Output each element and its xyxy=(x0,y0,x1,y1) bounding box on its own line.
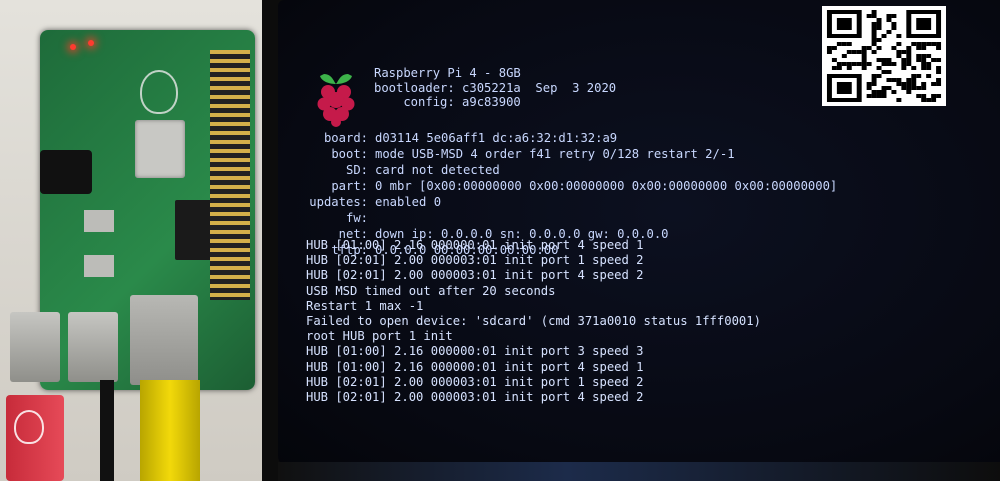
raspberry-pi-logo-icon xyxy=(317,74,355,127)
info-row: boot: mode USB-MSD 4 order f41 retry 0/12… xyxy=(298,146,837,162)
log-line: HUB [02:01] 2.00 000003:01 init port 4 s… xyxy=(306,268,644,283)
usb-port xyxy=(10,312,60,382)
boot-header: Raspberry Pi 4 - 8GB bootloader: c305221a… xyxy=(374,66,616,110)
log-line: HUB [02:01] 2.00 000003:01 init port 1 s… xyxy=(306,374,644,389)
config-line: config: a9c83900 xyxy=(374,95,521,109)
log-line: HUB [01:00] 2.16 000000:01 init port 4 s… xyxy=(306,359,644,374)
info-value: d03114 5e06aff1 dc:a6:32:d1:32:a9 xyxy=(375,131,618,145)
info-row: updates: enabled 0 xyxy=(298,194,837,210)
info-key: SD: xyxy=(345,163,368,177)
info-row: board: d03114 5e06aff1 dc:a6:32:d1:32:a9 xyxy=(298,130,837,146)
qr-code xyxy=(822,6,946,106)
raspberry-logo-icon xyxy=(140,70,178,114)
log-line: root HUB port 1 init xyxy=(306,329,453,344)
usb-c-power-port xyxy=(40,150,92,194)
gpio-header xyxy=(210,50,250,300)
info-key: boot: xyxy=(331,147,368,161)
boot-log: HUB [01:00] 2.16 000000:01 init port 4 s… xyxy=(306,238,761,405)
log-line: HUB [02:01] 2.00 000003:01 init port 1 s… xyxy=(306,253,644,268)
log-line: HUB [01:00] 2.16 000000:01 init port 3 s… xyxy=(306,344,644,359)
usb-port xyxy=(68,312,118,382)
soc-chip xyxy=(135,120,185,178)
ethernet-port xyxy=(130,295,198,385)
qr-code-icon xyxy=(826,10,942,102)
log-line: Failed to open device: 'sdcard' (cmd 371… xyxy=(306,313,761,328)
info-value: card not detected xyxy=(375,163,500,177)
raspberry-logo-icon xyxy=(14,410,44,444)
bootloader-line: bootloader: c305221a Sep 3 2020 xyxy=(374,80,617,95)
monitor-bezel xyxy=(278,462,1000,481)
cable xyxy=(100,380,114,481)
info-value: mode USB-MSD 4 order f41 retry 0/128 res… xyxy=(375,147,735,161)
model-line: Raspberry Pi 4 - 8GB xyxy=(374,66,521,80)
log-line: HUB [01:00] 2.16 000000:01 init port 4 s… xyxy=(306,238,644,252)
info-key: part: xyxy=(331,179,368,193)
log-line: HUB [02:01] 2.00 000003:01 init port 4 s… xyxy=(306,389,644,404)
log-line: Restart 1 max -1 xyxy=(306,298,424,313)
info-value: enabled 0 xyxy=(375,195,442,209)
boot-screen: Raspberry Pi 4 - 8GB bootloader: c305221a… xyxy=(278,0,1000,468)
info-key: board: xyxy=(323,131,368,145)
micro-hdmi-port xyxy=(84,210,114,232)
status-led xyxy=(88,40,94,46)
power-led xyxy=(70,44,76,50)
info-row: part: 0 mbr [0x00:00000000 0x00:00000000 … xyxy=(298,178,837,194)
info-row: SD: card not detected xyxy=(298,162,837,178)
info-value xyxy=(368,210,375,226)
info-row: fw: xyxy=(298,210,837,226)
log-line: USB MSD timed out after 20 seconds xyxy=(306,283,556,298)
ethernet-cable xyxy=(140,380,200,481)
info-key: fw: xyxy=(345,211,368,225)
micro-hdmi-port xyxy=(84,255,114,277)
info-key: updates: xyxy=(309,195,368,209)
info-value: 0 mbr [0x00:00000000 0x00:00000000 0x00:… xyxy=(375,179,838,193)
